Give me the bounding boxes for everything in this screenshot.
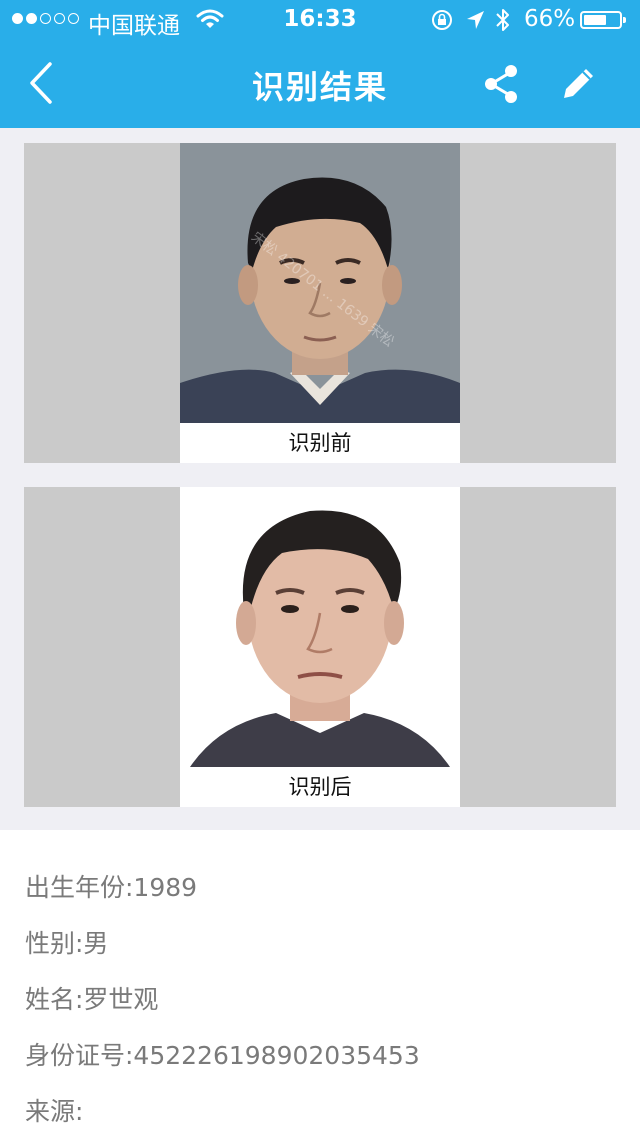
before-face-image: 宋松 420701 ... 1639 宋松 bbox=[180, 143, 460, 423]
status-bar: 中国联通 16:33 66% bbox=[0, 0, 640, 40]
edit-button[interactable] bbox=[556, 62, 600, 106]
before-photo-panel: 宋松 420701 ... 1639 宋松 识别前 bbox=[24, 143, 616, 463]
after-face-image bbox=[180, 487, 460, 767]
before-caption: 识别前 bbox=[180, 423, 460, 463]
page-title: 识别结果 bbox=[251, 68, 388, 106]
rotation-lock-icon bbox=[432, 10, 452, 30]
bluetooth-icon bbox=[496, 9, 509, 31]
birth-year-field: 出生年份:1989 bbox=[25, 873, 198, 902]
after-photo-panel: 识别后 bbox=[24, 487, 616, 807]
share-button[interactable] bbox=[480, 62, 524, 106]
battery-icon bbox=[580, 11, 626, 29]
source-field: 来源: bbox=[25, 1097, 84, 1126]
id-number-field: 身份证号:452226198902035453 bbox=[25, 1041, 420, 1070]
before-photo[interactable]: 宋松 420701 ... 1639 宋松 bbox=[180, 143, 460, 423]
after-photo[interactable] bbox=[180, 487, 460, 767]
after-caption: 识别后 bbox=[180, 767, 460, 807]
info-section: 出生年份:1989 性别:男 姓名:罗世观 身份证号:4522261989020… bbox=[0, 830, 640, 1136]
location-arrow-icon bbox=[467, 11, 484, 29]
battery-percentage: 66% bbox=[524, 6, 576, 32]
nav-bar: 识别结果 bbox=[0, 40, 640, 128]
name-field: 姓名:罗世观 bbox=[25, 985, 159, 1014]
gender-field: 性别:男 bbox=[25, 929, 109, 958]
